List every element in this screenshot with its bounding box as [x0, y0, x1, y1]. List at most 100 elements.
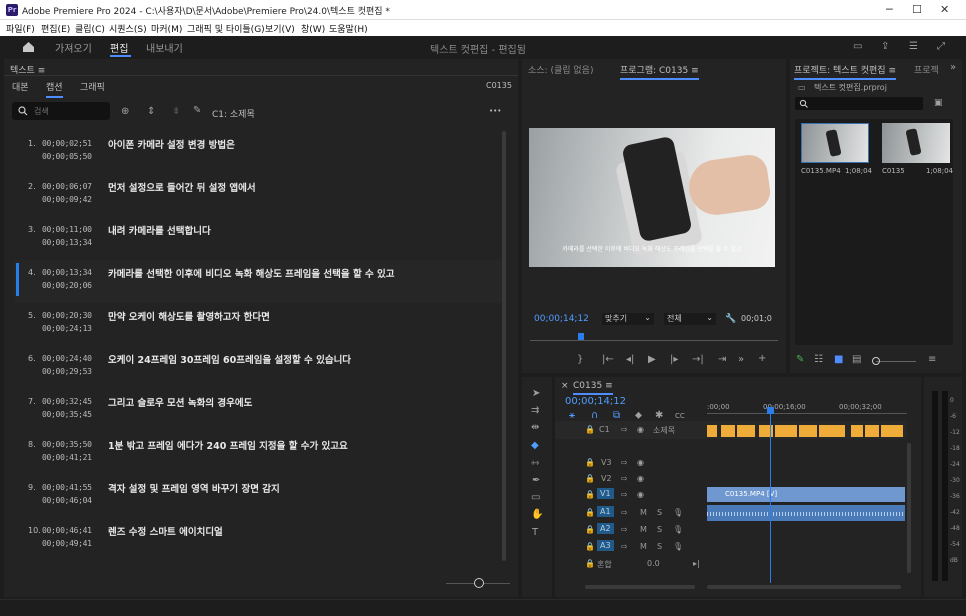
mute-button[interactable]: M: [640, 525, 647, 534]
eye-icon[interactable]: ◉: [637, 474, 644, 484]
play-icon[interactable]: ▶: [648, 355, 656, 365]
track-name[interactable]: V3: [601, 458, 612, 467]
caption-text[interactable]: 내려 카메라를 선택합니다: [108, 223, 211, 237]
tab-sequence[interactable]: C0135 ≡: [573, 381, 613, 395]
lock-icon[interactable]: 🔒: [585, 542, 595, 552]
maximize-button[interactable]: ☐: [912, 3, 922, 16]
caption-row[interactable]: 6. 00;00;24;40 00;00;29;53 오케이 24프레임 30프…: [14, 346, 504, 389]
split-caption-icon[interactable]: ⇕: [147, 107, 155, 117]
caption-text[interactable]: 렌즈 수정 스마트 에이치디얼: [108, 524, 223, 538]
track-name[interactable]: A2: [597, 523, 614, 534]
caption-row[interactable]: 2. 00;00;06;07 00;00;09;42 먼저 설정으로 들어간 뒤…: [14, 174, 504, 217]
expand-panels-icon[interactable]: »: [950, 63, 956, 73]
type-tool-icon[interactable]: T: [532, 528, 538, 538]
scrollbar[interactable]: [502, 131, 506, 561]
caption-clip[interactable]: [851, 425, 863, 437]
tab-captions[interactable]: 캡션: [46, 80, 63, 98]
caption-text[interactable]: 오케이 24프레임 30프레임 60프레임을 설정할 수 있습니다: [108, 352, 351, 366]
caption-text[interactable]: 아이폰 카메라 설정 변경 방법은: [108, 137, 235, 151]
panel-menu-glyph[interactable]: ≡: [605, 381, 613, 391]
new-bin-icon[interactable]: ▣: [934, 98, 943, 108]
menu-view[interactable]: 보기(V): [265, 22, 295, 35]
export-frame-icon[interactable]: »: [738, 355, 744, 365]
pencil-icon[interactable]: ✎: [796, 355, 804, 365]
rectangle-tool-icon[interactable]: ▭: [531, 493, 540, 503]
project-thumbnail[interactable]: [882, 123, 950, 163]
menu-help[interactable]: 도움말(H): [329, 22, 368, 35]
captions-icon[interactable]: CC: [675, 411, 685, 421]
menu-clip[interactable]: 클립(C): [75, 22, 105, 35]
project-search[interactable]: [795, 97, 923, 110]
tab-transcript[interactable]: 대본: [12, 80, 29, 93]
caption-text[interactable]: 그리고 슬로우 모션 녹화의 경우에도: [108, 395, 252, 409]
home-icon[interactable]: [22, 41, 35, 53]
sync-lock-icon[interactable]: ⇨: [621, 425, 628, 435]
settings-wrench-icon[interactable]: ✱: [655, 411, 663, 421]
tab-edit[interactable]: 편집: [110, 40, 128, 55]
time-ruler[interactable]: :00;00 00;00;16;00 00;00;32;00: [707, 399, 907, 411]
eye-icon[interactable]: ◉: [637, 425, 644, 435]
workspaces-icon[interactable]: ▭: [853, 42, 862, 52]
sync-lock-icon[interactable]: ⇨: [621, 474, 628, 484]
caption-clip[interactable]: [799, 425, 817, 437]
caption-text[interactable]: 1분 밖고 프레임 에다가 240 프레임 지정을 할 수가 있고요: [108, 438, 348, 452]
scrub-bar[interactable]: [530, 340, 778, 341]
panel-menu-icon[interactable]: ☰: [909, 42, 918, 52]
track-select-icon[interactable]: ⇉: [531, 406, 539, 416]
sync-lock-icon[interactable]: ⇨: [621, 542, 628, 552]
close-button[interactable]: ✕: [940, 3, 949, 16]
caption-text[interactable]: 만약 오케이 해상도를 촬영하고자 한다면: [108, 309, 270, 323]
lock-icon[interactable]: 🔒: [585, 425, 595, 435]
caption-clip[interactable]: [721, 425, 735, 437]
skip-end-icon[interactable]: ▸|: [693, 559, 700, 569]
menu-graphics[interactable]: 그래픽 및 타이틀(G): [187, 22, 265, 35]
fit-dropdown[interactable]: 맞추기 ⌄: [602, 313, 654, 325]
icon-view-icon[interactable]: ■: [834, 355, 843, 365]
tab-project-2[interactable]: 프로젝: [914, 63, 939, 76]
timeline-close[interactable]: ×: [561, 381, 569, 391]
playhead-marker[interactable]: [578, 333, 584, 340]
mix-value[interactable]: 0.0: [647, 559, 660, 568]
step-back-icon[interactable]: ◂|: [626, 355, 634, 365]
lock-icon[interactable]: 🔒: [585, 458, 595, 468]
search-box[interactable]: [12, 102, 110, 120]
caption-row[interactable]: 1. 00;00;02;51 00;00;05;50 아이폰 카메라 설정 변경…: [14, 131, 504, 174]
sort-icon[interactable]: ≡: [928, 355, 936, 365]
slider-handle[interactable]: [872, 357, 880, 365]
insert-icon[interactable]: ⇥: [718, 355, 726, 365]
nest-icon[interactable]: ⚹: [569, 411, 575, 421]
mark-out-icon[interactable]: }: [577, 355, 583, 365]
hand-tool-icon[interactable]: ✋: [531, 510, 543, 520]
timeline-scrollbar[interactable]: [707, 585, 901, 589]
timeline-timecode[interactable]: 00;00;14;12: [565, 396, 626, 407]
lock-icon[interactable]: 🔒: [585, 508, 595, 518]
ripple-edit-icon[interactable]: ⇹: [531, 423, 539, 433]
menu-edit[interactable]: 편집(E): [41, 22, 70, 35]
mute-button[interactable]: M: [640, 508, 647, 517]
video-clip[interactable]: C0135.MP4 [V]: [707, 487, 905, 502]
caption-text[interactable]: 먼저 설정으로 들어간 뒤 설정 앱에서: [108, 180, 256, 194]
caption-row[interactable]: 8. 00;00;35;50 00;00;41;21 1분 밖고 프레임 에다가…: [14, 432, 504, 475]
video-frame[interactable]: 카메라를 선택한 이후에 비디오 녹화 해상도 프레임을 선택을 할 수 있고: [529, 128, 775, 267]
caption-clips[interactable]: [707, 421, 905, 439]
list-view-icon[interactable]: ☷: [814, 355, 823, 365]
panel-menu-glyph[interactable]: ≡: [888, 66, 896, 76]
eye-icon[interactable]: ◉: [637, 490, 644, 500]
thumbnail-zoom-slider[interactable]: [876, 361, 916, 362]
caption-row-selected[interactable]: 4. 00;00;13;34 00;00;20;06 카메라를 선택한 이후에 …: [14, 260, 504, 303]
linked-select-icon[interactable]: ⧉: [613, 411, 620, 421]
caption-row[interactable]: 3. 00;00;11;00 00;00;13;34 내려 카메라를 선택합니다: [14, 217, 504, 260]
menu-marker[interactable]: 마커(M): [151, 22, 182, 35]
add-button-icon[interactable]: +: [758, 354, 766, 364]
tab-source[interactable]: 소스: (클립 없음): [528, 63, 593, 76]
caption-row[interactable]: 5. 00;00;20;30 00;00;24;13 만약 오케이 해상도를 촬…: [14, 303, 504, 346]
quality-dropdown[interactable]: 전체 ⌄: [664, 313, 716, 325]
track-name[interactable]: A3: [597, 540, 614, 551]
zoom-slider-handle[interactable]: [474, 578, 484, 588]
caption-clip[interactable]: [707, 425, 717, 437]
edit-pencil-icon[interactable]: ✎: [193, 106, 201, 116]
solo-button[interactable]: S: [657, 508, 662, 517]
menu-sequence[interactable]: 시퀀스(S): [109, 22, 147, 35]
minimize-button[interactable]: ─: [886, 3, 893, 16]
tab-export[interactable]: 내보내기: [146, 40, 183, 55]
